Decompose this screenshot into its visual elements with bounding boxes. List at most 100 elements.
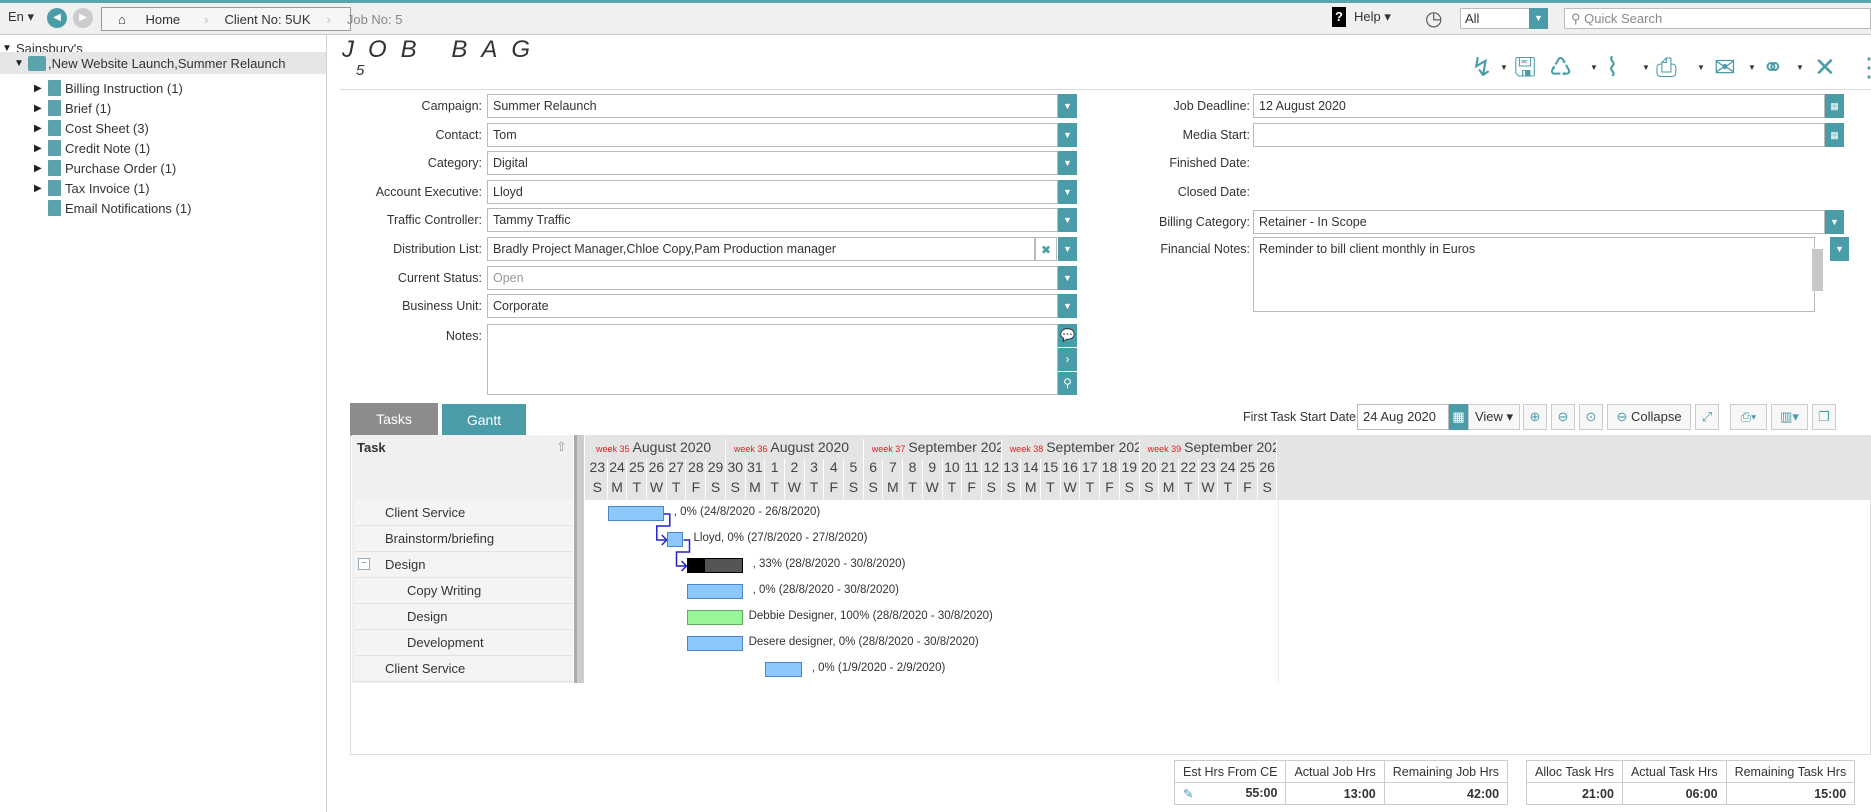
tree-item[interactable]: ▶ Purchase Order (1) [34,158,176,178]
tree-item[interactable]: ▶ Cost Sheet (3) [34,118,149,138]
chevron-down-icon[interactable]: ▼ [1529,8,1548,29]
current-status-select[interactable]: Open [487,265,1058,290]
dropdown-caret-icon[interactable]: ▼ [1697,63,1705,72]
recycle-icon[interactable]: ♺ [1549,52,1572,82]
expand-icon[interactable]: ▶ [34,163,48,174]
gantt-bar[interactable] [607,506,664,521]
zoom-in-icon[interactable]: ⊕ [1523,404,1547,430]
breadcrumb-job[interactable]: Job No: 5 [339,12,411,27]
gantt-bar[interactable] [686,610,743,625]
expand-icon[interactable]: ▶ [34,143,48,154]
notes-textarea[interactable] [487,324,1058,395]
search-icon[interactable]: ⚲ [1058,372,1077,395]
first-task-date-input[interactable]: 24 Aug 2020 [1357,404,1449,430]
chevron-down-icon[interactable]: ▼ [1825,210,1844,235]
paperclip-icon[interactable]: ⌇ [1606,52,1619,82]
chevron-down-icon[interactable]: ▼ [1058,94,1077,118]
document-icon[interactable]: ❐ [1812,404,1836,430]
tree-item[interactable]: ▶Email Notifications (1) [34,198,191,218]
account-executive-select[interactable]: Lloyd [487,179,1058,204]
clock-icon[interactable]: ◷ [1425,6,1442,31]
sort-arrow-icon[interactable]: ⇧ [556,439,567,455]
calendar-icon[interactable]: ▦ [1449,404,1468,430]
scrollbar-thumb[interactable] [1812,249,1823,291]
dropdown-caret-icon[interactable]: ▼ [1590,63,1598,72]
edit-icon[interactable]: ✎ [1183,786,1193,801]
dropdown-caret-icon[interactable]: ▼ [1642,63,1650,72]
task-row[interactable]: Design [355,604,573,630]
collapse-all-button[interactable]: ⊖ Collapse All [1607,404,1691,448]
chevron-down-icon[interactable]: ▼ [1830,237,1849,261]
collapse-icon[interactable]: − [358,558,370,570]
tree-item[interactable]: ▶ Tax Invoice (1) [34,178,150,198]
task-row[interactable]: − Design [355,552,573,578]
financial-notes-textarea[interactable]: Reminder to bill client monthly in Euros [1253,237,1815,312]
task-row[interactable]: Client Service [355,500,573,526]
chevron-down-icon[interactable]: ▼ [1058,208,1077,233]
calendar-icon[interactable]: ▦ [1825,94,1844,118]
envelope-icon[interactable]: ✉ [1714,52,1736,82]
gantt-bar[interactable] [765,662,802,677]
contact-select[interactable]: Tom [487,122,1058,147]
help-menu[interactable]: Help ▾ [1354,9,1391,25]
comment-icon[interactable]: 💬 [1058,324,1077,347]
close-icon[interactable]: ✕ [1814,52,1836,82]
business-unit-select[interactable]: Corporate [487,294,1058,319]
tree-item[interactable]: ▶ Credit Note (1) [34,138,150,158]
dropdown-caret-icon[interactable]: ▼ [1748,63,1756,72]
zoom-out-icon[interactable]: ⊖ [1551,404,1575,430]
chevron-down-icon[interactable]: ▼ [1058,179,1077,204]
media-start-input[interactable] [1253,122,1825,147]
expand-icon[interactable]: ▶ [34,103,48,114]
chevron-down-icon[interactable]: ▼ [1058,237,1077,261]
gantt-bar[interactable] [686,636,743,651]
view-menu-button[interactable]: View ▾ [1468,404,1520,430]
quick-search-input[interactable]: ⚲ Quick Search [1564,8,1871,29]
more-icon[interactable]: ⋮ [1856,52,1871,82]
campaign-select[interactable]: Summer Relaunch [487,94,1058,118]
zoom-fit-icon[interactable]: ⊙ [1579,404,1603,430]
print-preview-icon[interactable]: ⎙ [1656,52,1677,82]
chevron-down-icon[interactable]: ▼ [1058,151,1077,176]
fullscreen-icon[interactable]: ⤢ [1695,404,1719,430]
clear-icon[interactable]: ✖ [1035,237,1057,261]
export-menu-icon[interactable]: ▥▾ [1771,404,1808,430]
dropdown-caret-icon[interactable]: ▼ [1500,63,1508,72]
gantt-bar[interactable] [686,558,743,573]
chevron-down-icon[interactable]: ▼ [1058,122,1077,147]
save-icon[interactable]: 🖫 [1514,52,1536,82]
billing-category-input[interactable]: Retainer - In Scope [1253,210,1825,235]
breadcrumb-home[interactable]: ⌂ Home [102,12,196,27]
dropdown-caret-icon[interactable]: ▼ [1796,63,1804,72]
tab-gantt[interactable]: Gantt [442,404,526,436]
distribution-list-select[interactable]: Bradly Project Manager,Chloe Copy,Pam Pr… [487,237,1035,261]
tab-tasks[interactable]: Tasks [350,403,438,436]
expand-icon[interactable]: ▶ [34,183,48,194]
gantt-bar[interactable] [666,532,684,547]
expand-icon[interactable]: ▶ [34,83,48,94]
task-row[interactable]: Brainstorm/briefing [355,526,573,552]
link-icon[interactable]: ⚭ [1762,52,1784,82]
calendar-icon[interactable]: ▦ [1825,122,1844,147]
task-row[interactable]: Development [355,630,573,656]
breadcrumb-client[interactable]: Client No: 5UK [217,12,319,27]
splitter-handle[interactable] [574,435,584,683]
chevron-right-icon[interactable]: › [1058,348,1077,371]
lightning-icon[interactable]: ↯ [1471,52,1493,82]
forward-button[interactable]: ▶ [73,8,93,28]
category-select[interactable]: Digital [487,151,1058,176]
tree-item[interactable]: ▶ Brief (1) [34,98,111,118]
tree-job[interactable]: ▼ ,New Website Launch,Summer Relaunch [0,52,326,74]
task-row[interactable]: Client Service [355,656,573,682]
job-deadline-input[interactable]: 12 August 2020 [1253,94,1825,118]
task-row[interactable]: Copy Writing [355,578,573,604]
print-menu-icon[interactable]: ⎙▾ [1730,404,1767,430]
language-selector[interactable]: En ▾ [8,9,34,25]
chevron-down-icon[interactable]: ▼ [1058,294,1077,319]
gantt-bar[interactable] [686,584,743,599]
expand-icon[interactable]: ▶ [34,123,48,134]
chevron-down-icon[interactable]: ▼ [1058,265,1077,290]
back-button[interactable]: ◀ [47,8,67,28]
traffic-controller-select[interactable]: Tammy Traffic [487,208,1058,233]
tree-item[interactable]: ▶ Billing Instruction (1) [34,78,183,98]
